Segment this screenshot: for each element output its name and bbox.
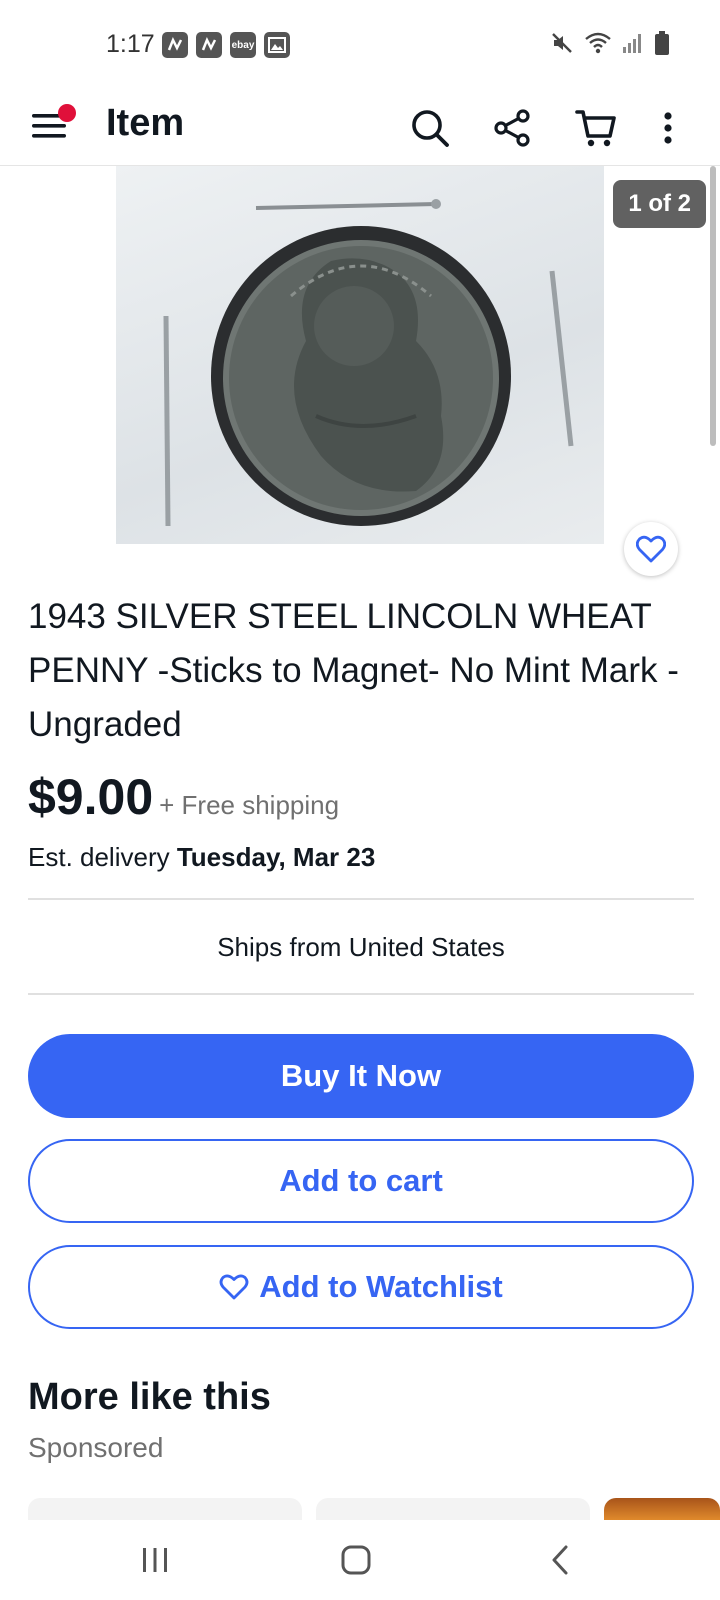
scrollbar[interactable] (710, 166, 716, 446)
share-icon (494, 109, 530, 147)
page-title: Item (106, 102, 185, 144)
more-vertical-icon (664, 112, 672, 144)
item-title: 1943 SILVER STEEL LINCOLN WHEAT PENNY -S… (28, 597, 679, 744)
estimated-delivery: Est. delivery Tuesday, Mar 23 (28, 842, 375, 873)
add-to-watchlist-label: Add to Watchlist (259, 1269, 503, 1304)
app-notification-icon (162, 32, 188, 58)
mute-icon (552, 33, 572, 53)
item-price: $9.00 (28, 769, 154, 825)
image-gallery[interactable]: 1 of 2 (0, 166, 720, 551)
status-time: 1:17 (106, 30, 155, 58)
notification-dot (58, 104, 76, 122)
system-status-icons (550, 30, 670, 56)
menu-button[interactable] (30, 102, 76, 146)
buy-it-now-button[interactable]: Buy It Now (28, 1034, 694, 1118)
add-to-cart-button[interactable]: Add to cart (28, 1139, 694, 1223)
delivery-label: Est. delivery (28, 842, 170, 872)
more-like-this-heading: More like this (28, 1376, 271, 1418)
delivery-date: Tuesday, Mar 23 (176, 842, 376, 872)
status-bar: 1:17 ebay (0, 0, 720, 88)
add-to-watchlist-button[interactable]: Add to Watchlist (28, 1245, 694, 1329)
item-photo[interactable] (116, 166, 604, 544)
heart-icon (636, 535, 666, 563)
recommendation-card[interactable] (316, 1498, 590, 1520)
app-notification-icon (196, 32, 222, 58)
price-row: $9.00 + Free shipping (28, 768, 339, 826)
back-icon (552, 1545, 568, 1575)
back-button[interactable] (530, 1540, 590, 1580)
recent-apps-button[interactable] (125, 1540, 185, 1580)
divider (28, 993, 694, 995)
search-button[interactable] (408, 106, 452, 150)
coin-image (163, 199, 574, 527)
notification-icons: ebay (162, 32, 290, 58)
recommendation-card[interactable] (604, 1498, 720, 1520)
divider (28, 898, 694, 900)
recommendation-card[interactable] (28, 1498, 302, 1520)
wifi-icon (585, 32, 611, 54)
system-nav-bar (0, 1520, 720, 1600)
watch-heart-button[interactable] (624, 522, 678, 576)
heart-icon (219, 1274, 249, 1300)
buy-it-now-label: Buy It Now (280, 1058, 442, 1093)
app-bar: Item (0, 88, 720, 166)
cart-icon (575, 110, 616, 147)
image-counter: 1 of 2 (613, 180, 706, 228)
shipping-info: + Free shipping (159, 790, 340, 820)
battery-icon (655, 31, 669, 55)
ebay-notification-icon: ebay (230, 32, 256, 58)
more-options-button[interactable] (646, 106, 690, 150)
ships-from: Ships from United States (217, 932, 505, 962)
home-icon (341, 1545, 371, 1575)
signal-icon (623, 34, 641, 53)
search-icon (412, 110, 449, 147)
sponsored-label: Sponsored (28, 1432, 164, 1463)
recent-apps-icon (143, 1548, 167, 1572)
gallery-notification-icon (264, 32, 290, 58)
share-button[interactable] (490, 106, 534, 150)
add-to-cart-label: Add to cart (279, 1163, 443, 1198)
cart-button[interactable] (574, 106, 618, 150)
home-button[interactable] (326, 1540, 386, 1580)
